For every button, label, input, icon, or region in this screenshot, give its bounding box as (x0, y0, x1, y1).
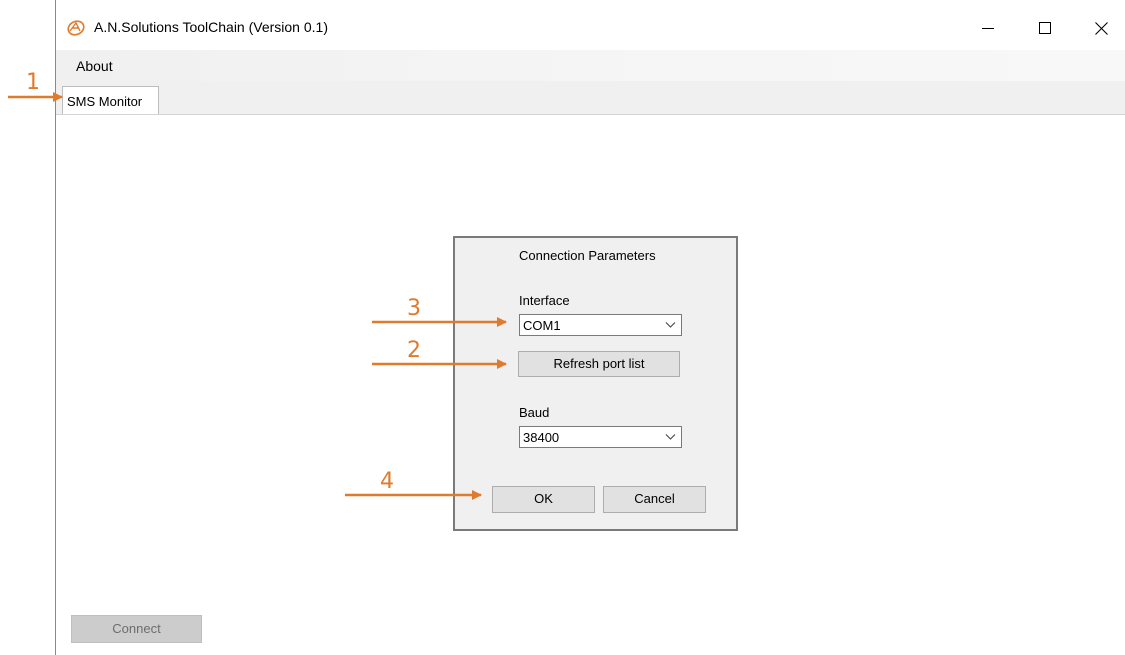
annotation-arrows (8, 92, 507, 500)
annotation-label-2: 2 (407, 338, 421, 363)
annotation-label-4: 4 (380, 469, 394, 494)
annotation-label-3: 3 (407, 296, 421, 321)
annotation-label-1: 1 (26, 70, 40, 95)
